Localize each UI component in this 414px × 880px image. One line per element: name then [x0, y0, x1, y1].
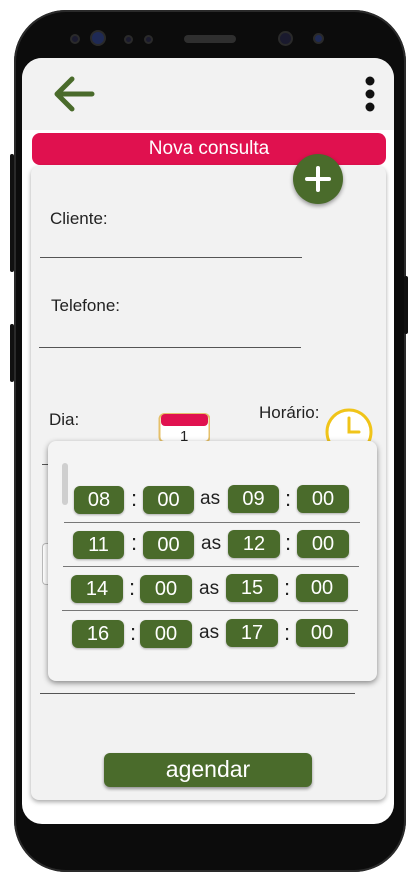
- start-minute[interactable]: 00: [140, 575, 192, 603]
- dia-label: Dia:: [49, 410, 80, 429]
- sensor-dot: [124, 35, 133, 44]
- colon: :: [284, 575, 291, 600]
- plus-icon: [305, 166, 331, 192]
- range-separator: as: [199, 578, 220, 599]
- range-separator: as: [201, 533, 222, 554]
- end-hour[interactable]: 12: [228, 530, 280, 558]
- range-separator: as: [200, 488, 221, 509]
- end-hour[interactable]: 09: [228, 485, 279, 513]
- cliente-field[interactable]: [40, 257, 302, 258]
- end-hour[interactable]: 15: [226, 574, 278, 602]
- top-app-bar: [22, 58, 394, 130]
- end-minute[interactable]: 00: [296, 574, 348, 602]
- sensor-dot: [144, 35, 153, 44]
- row-divider: [63, 566, 359, 567]
- start-minute[interactable]: 00: [143, 486, 194, 514]
- calendar-icon[interactable]: 1: [158, 412, 211, 445]
- telefone-label: Telefone:: [51, 296, 120, 315]
- end-minute[interactable]: 00: [297, 530, 349, 558]
- end-minute[interactable]: 00: [297, 485, 349, 513]
- power-button: [404, 276, 408, 334]
- front-camera: [90, 30, 106, 46]
- colon: :: [131, 530, 138, 555]
- speaker-grille: [184, 35, 236, 43]
- colon: :: [131, 486, 138, 511]
- start-hour[interactable]: 14: [71, 575, 123, 603]
- clock-icon[interactable]: [324, 406, 376, 456]
- side-button: [10, 324, 14, 382]
- arrow-left-icon[interactable]: [52, 74, 100, 114]
- schedule-button[interactable]: agendar: [104, 753, 312, 787]
- camera-lens: [313, 33, 324, 44]
- camera-lens: [278, 31, 293, 46]
- telefone-field[interactable]: [39, 347, 301, 348]
- sensor-dot: [70, 34, 80, 44]
- start-hour[interactable]: 11: [73, 531, 124, 559]
- start-minute[interactable]: 00: [143, 531, 194, 559]
- more-vert-icon[interactable]: [360, 76, 380, 116]
- colon: :: [285, 486, 292, 511]
- popup-scrollbar[interactable]: [62, 463, 68, 505]
- range-separator: as: [199, 622, 220, 643]
- colon: :: [284, 620, 291, 645]
- colon: :: [129, 575, 136, 600]
- start-minute[interactable]: 00: [140, 620, 192, 648]
- volume-button: [10, 154, 14, 272]
- row-divider: [62, 610, 358, 611]
- colon: :: [285, 530, 292, 555]
- cliente-label: Cliente:: [50, 209, 108, 228]
- end-minute[interactable]: 00: [296, 619, 348, 647]
- add-client-button[interactable]: [293, 154, 343, 204]
- colon: :: [130, 620, 137, 645]
- row-divider: [64, 522, 360, 523]
- start-hour[interactable]: 08: [74, 486, 124, 514]
- field-line[interactable]: [40, 693, 355, 694]
- horario-label: Horário:: [259, 403, 320, 422]
- start-hour[interactable]: 16: [72, 620, 124, 648]
- end-hour[interactable]: 17: [226, 619, 278, 647]
